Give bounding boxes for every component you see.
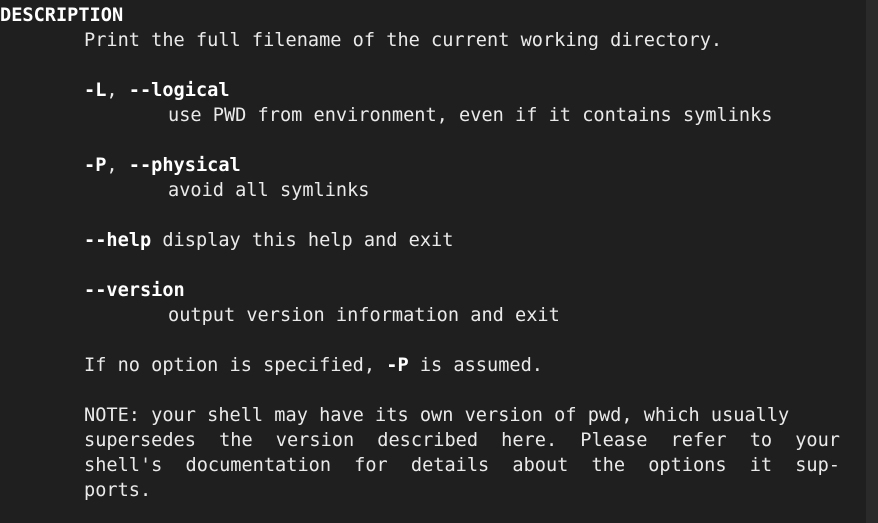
section-heading: DESCRIPTION <box>0 5 124 26</box>
option-version-long: --version <box>84 280 185 301</box>
default-note-after: is assumed. <box>408 355 543 376</box>
option-physical-desc: avoid all symlinks <box>168 180 370 201</box>
note-line-2-word: the <box>219 430 253 451</box>
default-note-before: If no option is specified, <box>84 355 387 376</box>
note-line-2-word: supersedes <box>84 430 196 451</box>
note-line-3-word: shell's <box>84 455 163 476</box>
note-line-3-word: for <box>354 455 388 476</box>
option-help-long: --help <box>84 230 152 251</box>
note-line-3-word: the <box>591 455 626 476</box>
default-option-note: If no option is specified, -P is assumed… <box>84 353 543 378</box>
note-line-3-word: it <box>749 455 773 476</box>
note-line-2-word: described <box>377 430 479 451</box>
note-line-3-word: documentation <box>185 455 332 476</box>
option-help-desc: display this help and exit <box>151 230 454 251</box>
option-physical-sep: , <box>106 155 129 176</box>
note-line-4: ports. <box>84 480 152 501</box>
option-help-line: --help display this help and exit <box>84 228 453 253</box>
note-line-3: shell's documentation for details about … <box>84 453 840 478</box>
option-physical-short: -P <box>84 155 107 176</box>
terminal-window: DESCRIPTION Print the full filename of t… <box>0 0 878 523</box>
note-line-2-word: your <box>795 430 840 451</box>
note-line-2-word: here. <box>501 430 558 451</box>
option-physical-long: --physical <box>128 155 241 176</box>
note-line-3-word: about <box>512 455 569 476</box>
option-logical-desc: use PWD from environment, even if it con… <box>168 105 773 126</box>
note-line-2-word: Please <box>580 430 648 451</box>
note-line-3-word: options <box>648 455 727 476</box>
note-line-2: supersedes the version described here. P… <box>84 428 840 453</box>
note-line-2-word: to <box>749 430 773 451</box>
option-physical-line: -P, --physical <box>84 153 241 178</box>
option-logical-short: -L <box>84 80 107 101</box>
option-logical-sep: , <box>106 80 129 101</box>
option-logical-long: --logical <box>128 80 230 101</box>
note-line-3-word: sup- <box>795 455 840 476</box>
vertical-scrollbar[interactable] <box>866 0 878 523</box>
description-summary: Print the full filename of the current w… <box>84 30 723 51</box>
note-line-3-word: details <box>410 455 490 476</box>
note-line-2-word: version <box>275 430 355 451</box>
option-version-desc: output version information and exit <box>168 305 560 326</box>
note-line-2-word: refer <box>670 430 727 451</box>
default-note-flag: -P <box>386 355 409 376</box>
note-line-1: NOTE: your shell may have its own versio… <box>84 405 790 426</box>
option-logical-line: -L, --logical <box>84 78 230 103</box>
